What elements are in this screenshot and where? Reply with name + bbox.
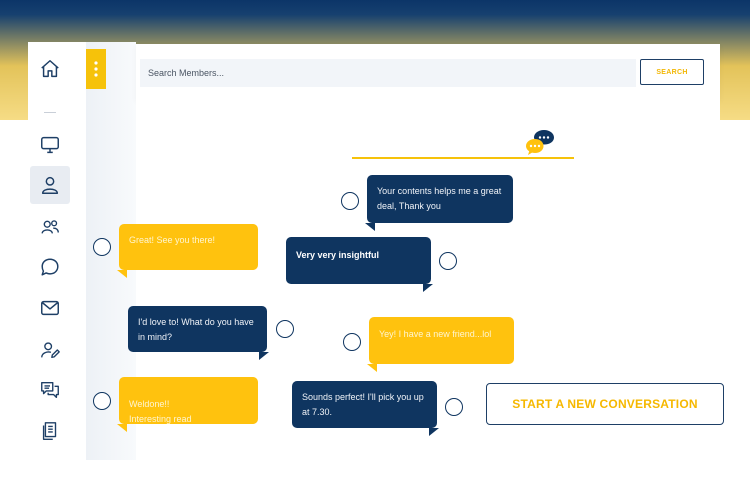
avatar xyxy=(93,392,111,410)
sidebar-item-documents[interactable] xyxy=(30,412,70,450)
message-text: Weldone!! Interesting read xyxy=(129,399,192,424)
message-bubble: Your contents helps me a great deal, Tha… xyxy=(365,175,513,231)
avatar xyxy=(343,333,361,351)
conversations-icon xyxy=(41,381,59,399)
sidebar-item-groups[interactable] xyxy=(30,208,70,246)
monitor-icon xyxy=(41,136,59,154)
message-bubble: Weldone!! Interesting read xyxy=(117,377,258,432)
message-text: Great! See you there! xyxy=(129,235,216,245)
message-bubble: Great! See you there! xyxy=(117,224,258,278)
users-icon xyxy=(41,220,59,234)
message-text: I'd love to! What do you have in mind? xyxy=(138,317,254,342)
sidebar-item-conversations[interactable] xyxy=(30,371,70,409)
search-members-input[interactable] xyxy=(140,59,636,87)
message-bubble: I'd love to! What do you have in mind? xyxy=(128,306,269,360)
search-bar: SEARCH xyxy=(136,44,720,100)
panel-menu-toggle[interactable] xyxy=(86,49,106,89)
message-text: Sounds perfect! I'll pick you up at 7.30… xyxy=(302,392,424,417)
mail-icon xyxy=(41,300,59,316)
chat-dots-icon xyxy=(526,130,554,155)
avatar xyxy=(276,320,294,338)
message-text: Yey! I have a new friend...lol xyxy=(379,329,492,339)
user-icon xyxy=(41,176,59,194)
sidebar-item-mail[interactable] xyxy=(30,289,70,327)
sidebar-divider xyxy=(44,112,56,113)
home-icon xyxy=(41,60,59,78)
message-bubble: Sounds perfect! I'll pick you up at 7.30… xyxy=(292,381,439,436)
sidebar-item-monitor[interactable] xyxy=(30,126,70,164)
message-bubble: Very very insightful xyxy=(286,237,433,292)
avatar xyxy=(93,238,111,256)
sidebar-item-profile[interactable] xyxy=(30,166,70,204)
avatar xyxy=(341,192,359,210)
message-text: Your contents helps me a great deal, Tha… xyxy=(377,186,502,211)
avatar xyxy=(439,252,457,270)
sidebar-item-chat[interactable] xyxy=(30,248,70,286)
start-new-conversation-button[interactable]: START A NEW CONVERSATION xyxy=(486,383,724,425)
avatar xyxy=(445,398,463,416)
sidebar-item-user-edit[interactable] xyxy=(30,331,70,369)
chat-bubble-icon xyxy=(41,258,59,276)
message-bubble: Yey! I have a new friend...lol xyxy=(367,317,514,372)
message-text: Very very insightful xyxy=(296,250,380,260)
search-button[interactable]: SEARCH xyxy=(640,59,704,85)
sidebar-nav xyxy=(28,42,86,460)
documents-icon xyxy=(42,422,57,440)
user-edit-icon xyxy=(41,342,60,359)
sidebar-item-home[interactable] xyxy=(30,50,70,88)
kebab-menu-icon xyxy=(94,61,98,77)
